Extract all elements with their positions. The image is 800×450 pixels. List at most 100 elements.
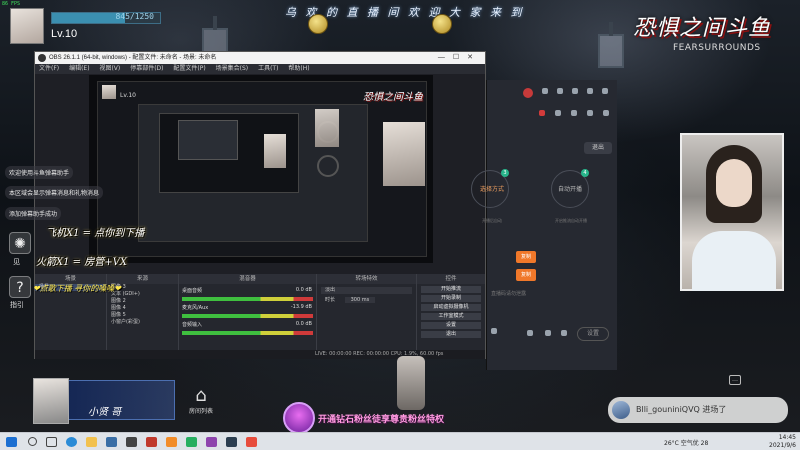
- mixer-mic-label: 麦克风/Aux -13.9 dB: [182, 304, 312, 311]
- step-1-sub: 开播后自动: [482, 218, 502, 223]
- start-streaming-button[interactable]: 开始推流: [421, 286, 481, 293]
- helper-tool-icon[interactable]: [571, 110, 577, 116]
- virtual-camera-button[interactable]: 启动虚拟摄像机: [421, 304, 481, 311]
- obs-menu-bar[interactable]: 文件(F) 编辑(E) 视图(V) 停靠部件(D) 配置文件(P) 场景集合(S…: [35, 64, 485, 74]
- helper-tool-icon[interactable]: [587, 88, 593, 94]
- helper-tool-icon[interactable]: [555, 110, 561, 116]
- helper-gift-icon[interactable]: [539, 110, 545, 116]
- copy-button-2[interactable]: 复制: [516, 269, 536, 281]
- nested-level: Lv.10: [120, 92, 136, 99]
- camera-icon[interactable]: [527, 330, 533, 336]
- question-icon[interactable]: ?: [9, 276, 31, 298]
- menu-view[interactable]: 视图(V): [99, 65, 120, 72]
- chat-message: 添加弹幕助手成功: [5, 207, 62, 220]
- menu-file[interactable]: 文件(F): [39, 65, 59, 72]
- mixer-input-slider[interactable]: [182, 331, 313, 335]
- app-icon[interactable]: [146, 437, 157, 447]
- app-icon[interactable]: [186, 437, 197, 447]
- mixer-head: 混音器: [179, 274, 316, 284]
- task-view-icon[interactable]: [46, 437, 57, 447]
- chat-bubble-icon[interactable]: …: [729, 375, 741, 385]
- helper-tool-icon[interactable]: [602, 88, 608, 94]
- source-item[interactable]: 图像 2: [107, 298, 178, 305]
- start-recording-button[interactable]: 开始录制: [421, 295, 481, 302]
- folder-icon[interactable]: [86, 437, 97, 447]
- bottom-avatar: [33, 378, 69, 424]
- transition-select[interactable]: 淡出: [321, 287, 412, 294]
- refresh-icon[interactable]: [545, 330, 551, 336]
- app-icon[interactable]: [226, 437, 237, 447]
- helper-bell-icon[interactable]: [603, 110, 609, 116]
- obs-title-bar[interactable]: OBS 26.1.1 (64-bit, windows) - 配置文件: 未命名…: [35, 52, 485, 64]
- webcam-body: [692, 231, 776, 291]
- menu-help[interactable]: 帮助(H): [288, 65, 309, 72]
- app-icon[interactable]: [126, 437, 137, 447]
- coin-icon: [432, 14, 452, 34]
- helper-settings-button[interactable]: 设置: [577, 327, 609, 341]
- controls-panel: 控件 开始推流 开始录制 启动虚拟摄像机 工作室模式 设置 退出: [417, 274, 485, 358]
- settings-button[interactable]: 设置: [421, 322, 481, 329]
- windows-taskbar: 26°C 空气优 28 14:45 2021/9/6: [0, 432, 800, 450]
- coin-icon: [308, 14, 328, 34]
- menu-docks[interactable]: 停靠部件(D): [130, 65, 163, 72]
- window-controls[interactable]: —☐✕: [438, 52, 481, 64]
- menu-scene-collection[interactable]: 场景集合(S): [216, 65, 249, 72]
- store-icon[interactable]: [106, 437, 117, 447]
- mixer-desktop-slider[interactable]: [182, 297, 313, 301]
- nested-capture-2: [138, 104, 368, 242]
- room-list-button[interactable]: ⌂ 房间列表: [183, 386, 219, 422]
- figure-silhouette: [397, 356, 425, 410]
- app-icon[interactable]: [166, 437, 177, 447]
- obs-window[interactable]: OBS 26.1.1 (64-bit, windows) - 配置文件: 未命名…: [34, 51, 486, 359]
- search-icon[interactable]: [28, 437, 37, 446]
- streamer-avatar[interactable]: [10, 8, 44, 44]
- nested-camera-small: [264, 134, 286, 168]
- helper-logo-icon: [523, 88, 533, 98]
- brand-logo: 恐惧之间斗鱼 FEARSURROUNDS: [633, 10, 783, 60]
- fps-readout: 86 FPS: [2, 1, 21, 7]
- nested-capture-3: [159, 113, 299, 193]
- nested-brand-logo: 恐惧之间斗鱼: [363, 92, 423, 103]
- entry-notification: Blli_gouniniQVQ 进场了: [608, 397, 788, 423]
- diamond-fan-banner: 开通钻石粉丝徒享尊贵粉丝特权: [318, 415, 445, 425]
- menu-profile[interactable]: 配置文件(P): [173, 65, 205, 72]
- nested-camera: [383, 122, 425, 186]
- helper-toolbar: [487, 80, 617, 120]
- fire-rule-2: 火箭X1 = 房管+VX: [36, 257, 127, 268]
- level-progress-bar: 845/1250: [51, 12, 161, 24]
- app-icon[interactable]: [246, 437, 257, 447]
- source-item[interactable]: 图像 5: [107, 312, 178, 319]
- duration-row[interactable]: 时长 300 ms: [321, 297, 412, 304]
- bomb-icon[interactable]: ✺: [9, 232, 31, 254]
- studio-mode-button[interactable]: 工作室模式: [421, 313, 481, 320]
- gear-icon[interactable]: [561, 330, 567, 336]
- menu-tools[interactable]: 工具(T): [258, 65, 278, 72]
- side-label-1: 见: [13, 258, 20, 266]
- clock-time: 14:45: [778, 434, 796, 441]
- edge-icon[interactable]: [66, 437, 77, 447]
- nested-avatar: [102, 85, 116, 99]
- nested-capture-1: Lv.10 恐惧之间斗鱼: [97, 81, 427, 257]
- streamer-level: Lv.10: [51, 28, 78, 40]
- mixer-desktop-label: 桌面音频 0.0 dB: [182, 287, 312, 294]
- helper-tool-icon[interactable]: [557, 88, 563, 94]
- weather-widget[interactable]: 26°C 空气优 28: [664, 438, 708, 447]
- step-2-label: 自动开播: [557, 186, 582, 193]
- helper-tool-icon[interactable]: [587, 110, 593, 116]
- menu-edit[interactable]: 编辑(E): [69, 65, 89, 72]
- helper-tool-icon[interactable]: [542, 88, 548, 94]
- source-item[interactable]: 图像 4: [107, 305, 178, 312]
- clock[interactable]: 14:45 2021/9/6: [769, 434, 796, 450]
- house-icon: ⌂: [195, 385, 207, 406]
- banner-name: 小贤 哥: [88, 407, 122, 418]
- brand-logo-cn: 恐惧之间斗鱼: [633, 16, 772, 41]
- mixer-mic-slider[interactable]: [182, 314, 313, 318]
- helper-exit-button[interactable]: 退出: [584, 142, 612, 154]
- speaker-icon[interactable]: [491, 328, 497, 334]
- source-item[interactable]: 小窗户(彩蛋): [107, 319, 178, 326]
- exit-button[interactable]: 退出: [421, 331, 481, 338]
- windows-start-icon[interactable]: [6, 437, 17, 447]
- app-icon[interactable]: [206, 437, 217, 447]
- helper-tool-icon[interactable]: [572, 88, 578, 94]
- copy-button-1[interactable]: 复制: [516, 251, 536, 263]
